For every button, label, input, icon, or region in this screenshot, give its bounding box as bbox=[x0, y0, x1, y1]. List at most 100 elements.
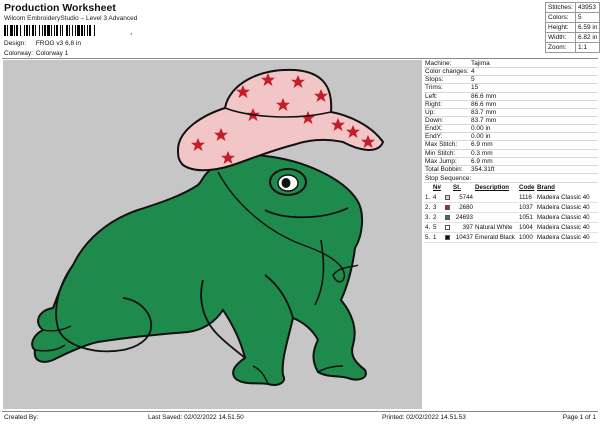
color-swatch bbox=[444, 222, 452, 234]
stop-sequence-title: Stop Sequence: bbox=[424, 174, 598, 183]
machine-info-row: Up: 83.7 mm bbox=[424, 109, 598, 117]
thread-color-swatch bbox=[445, 235, 450, 241]
thread-code: 1116 bbox=[518, 192, 536, 204]
color-swatch bbox=[444, 212, 452, 224]
machine-info-value: 86.6 mm bbox=[471, 92, 497, 100]
thread-code: 1051 bbox=[518, 212, 536, 224]
stitch-count: 10437 bbox=[452, 232, 474, 244]
stats-value: 6.82 in bbox=[574, 32, 600, 43]
footer-page: Page 1 of 1 bbox=[562, 414, 596, 421]
color-swatch bbox=[444, 202, 452, 214]
stop-sequence-header: N# St. Description Code Brand bbox=[424, 183, 598, 193]
thread-brand: Madeira Classic 40 bbox=[536, 232, 598, 244]
color-swatch bbox=[444, 232, 452, 244]
col-color bbox=[444, 183, 452, 193]
footer-last-saved: Last Saved: 02/02/2022 14.51.50 bbox=[148, 414, 244, 421]
machine-info-panel: Machine: Tajima Color changes: 4 Stops: 5 Trim… bbox=[424, 60, 598, 244]
worksheet-title: Production Worksheet bbox=[4, 2, 116, 14]
stitch-count: 24693 bbox=[452, 212, 474, 224]
thread-color-swatch bbox=[445, 195, 450, 201]
machine-info-key: Left: bbox=[425, 92, 438, 100]
stats-label: Colors: bbox=[545, 12, 576, 23]
cowboy-hat bbox=[176, 68, 385, 172]
stop-sequence-table: N# St. Description Code Brand 1. 4 5744 111… bbox=[424, 183, 598, 244]
machine-info-value: 6.9 mm bbox=[471, 157, 493, 165]
machine-info-value: 83.7 mm bbox=[471, 108, 497, 116]
thread-description bbox=[474, 212, 518, 224]
machine-info-value: 0.00 in bbox=[471, 125, 491, 133]
design-value: FROG v3 6,8 in bbox=[35, 40, 81, 47]
stats-row-colors: Colors: 5 bbox=[545, 12, 600, 23]
machine-info-key: Up: bbox=[425, 108, 436, 116]
machine-info-row: Machine: Tajima bbox=[424, 60, 598, 69]
needle-number: 4 bbox=[432, 192, 444, 204]
machine-info-key: Color changes: bbox=[425, 68, 469, 76]
thread-description: Natural White bbox=[474, 222, 518, 234]
thread-code: 1037 bbox=[518, 202, 536, 214]
footer-printed: Printed: 02/02/2022 14.51.53 bbox=[382, 414, 466, 421]
barcode-bar bbox=[95, 25, 96, 36]
stats-row-stitches: Stitches: 43953 bbox=[545, 2, 600, 13]
machine-info-value: 0.3 mm bbox=[471, 149, 493, 157]
machine-info-row: Trims: 15 bbox=[424, 84, 598, 93]
thread-description: Emerald Black bbox=[474, 232, 518, 244]
colorway-value: Colorway 1 bbox=[35, 50, 69, 57]
machine-info-key: Trims: bbox=[425, 84, 443, 92]
stats-label: Zoom: bbox=[545, 42, 576, 53]
thread-code: 1004 bbox=[518, 222, 536, 234]
stop-number: 3. bbox=[424, 212, 432, 224]
machine-info-row: Color changes: 4 bbox=[424, 68, 598, 77]
stop-number: 5. bbox=[424, 232, 432, 244]
stats-value: 1:1 bbox=[574, 42, 600, 53]
machine-info-value: 15 bbox=[471, 84, 479, 92]
machine-info-key: Min Stitch: bbox=[425, 149, 456, 157]
machine-info-key: Max Stitch: bbox=[425, 141, 458, 149]
stop-number: 1. bbox=[424, 192, 432, 204]
colorway-line: Colorway: Colorway 1 bbox=[4, 50, 68, 57]
machine-info-value: 354.31ft bbox=[471, 165, 495, 173]
software-subtitle: Wilcom EmbroideryStudio – Level 3 Advanc… bbox=[4, 15, 138, 22]
thread-brand: Madeira Classic 40 bbox=[536, 222, 598, 234]
machine-info-row: EndY: 0.00 in bbox=[424, 133, 598, 142]
machine-info-key: Total Bobbin: bbox=[425, 165, 463, 173]
machine-info-row: Right: 86.6 mm bbox=[424, 101, 598, 109]
header-divider bbox=[2, 58, 598, 59]
design-preview bbox=[3, 60, 422, 409]
needle-number: 2 bbox=[432, 212, 444, 224]
stitch-count: 5744 bbox=[452, 192, 474, 204]
machine-info-row: Total Bobbin: 354.31ft bbox=[424, 166, 598, 174]
needle-number: 3 bbox=[432, 202, 444, 214]
stop-sequence-row: 4. 5 397 Natural White 1004 Madeira Classic 4… bbox=[424, 222, 598, 234]
machine-info-value: 0.00 in bbox=[471, 133, 491, 141]
colorway-label: Colorway: bbox=[4, 50, 33, 57]
stats-row-zoom: Zoom: 1:1 bbox=[545, 42, 600, 53]
machine-info-key: Max Jump: bbox=[425, 157, 457, 165]
stats-label: Height: bbox=[545, 22, 576, 33]
thread-color-swatch bbox=[445, 215, 450, 221]
stats-row-height: Height: 6.59 in bbox=[545, 22, 600, 33]
barcode-mark: , bbox=[130, 27, 133, 36]
machine-info-key: Right: bbox=[425, 100, 442, 108]
col-brand: Brand bbox=[537, 184, 555, 192]
machine-info-value: Tajima bbox=[471, 60, 490, 67]
stats-row-width: Width: 6.82 in bbox=[545, 32, 600, 43]
thread-color-swatch bbox=[445, 205, 450, 211]
machine-info-row: Stops: 5 bbox=[424, 76, 598, 85]
thread-brand: Madeira Classic 40 bbox=[536, 212, 598, 224]
thread-description bbox=[474, 192, 518, 204]
stop-number: 4. bbox=[424, 222, 432, 234]
thread-brand: Madeira Classic 40 bbox=[536, 202, 598, 214]
color-swatch bbox=[444, 192, 452, 204]
stop-sequence-row: 3. 2 24693 1051 Madeira Classic 40 bbox=[424, 212, 598, 224]
col-n: N# bbox=[433, 184, 441, 192]
machine-info-row: Max Jump: 6.9 mm bbox=[424, 158, 598, 166]
thread-code: 1000 bbox=[518, 232, 536, 244]
barcode bbox=[4, 25, 128, 36]
needle-number: 5 bbox=[432, 222, 444, 234]
footer-created-by: Created By: bbox=[4, 414, 39, 421]
machine-info-key: EndX: bbox=[425, 125, 443, 133]
machine-info-value: 5 bbox=[471, 76, 475, 84]
stop-number: 2. bbox=[424, 202, 432, 214]
col-st: St. bbox=[453, 184, 461, 192]
thread-description bbox=[474, 202, 518, 214]
